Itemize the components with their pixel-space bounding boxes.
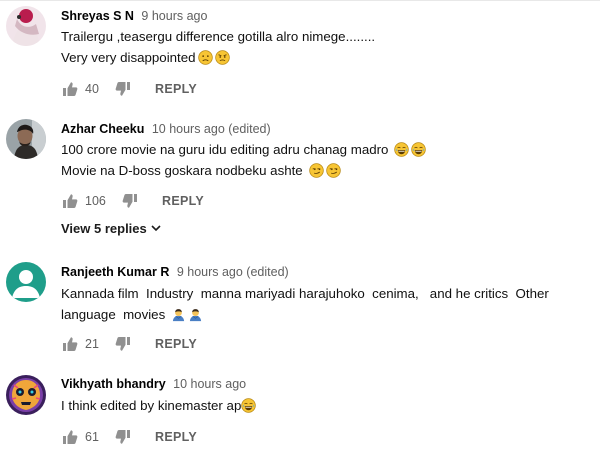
- comment-line-text: Very very disappointed: [61, 50, 196, 65]
- view-replies-label: View 5 replies: [61, 221, 147, 236]
- comment-line-text: Trailergu ,teasergu difference gotilla a…: [61, 29, 376, 44]
- comment-line: language movies: [61, 304, 549, 325]
- thumbs-down-icon[interactable]: [115, 336, 131, 352]
- thumbs-down-icon[interactable]: [115, 429, 131, 445]
- comment-line: Movie na D-boss goskara nodbeku ashte: [61, 160, 426, 181]
- sad-face-emoji: [197, 50, 213, 65]
- comment-line-text: I think edited by kinemaster ap: [61, 398, 242, 413]
- author-name[interactable]: Azhar Cheeku: [61, 122, 144, 136]
- comment-text: 100 crore movie na guru idu editing adru…: [61, 139, 427, 181]
- reply-button[interactable]: REPLY: [155, 81, 197, 97]
- author-name[interactable]: Vikhyath bhandry: [61, 377, 166, 391]
- person-bowing-emoji: [171, 307, 186, 322]
- comment-line: I think edited by kinemaster ap: [61, 395, 257, 416]
- thumbs-up-icon[interactable]: [62, 81, 78, 97]
- like-count: 106: [85, 194, 106, 208]
- comment-line-text: 100 crore movie na guru idu editing adru…: [61, 142, 389, 157]
- thumbs-up-icon[interactable]: [62, 336, 78, 352]
- author-name[interactable]: Shreyas S N: [61, 9, 134, 23]
- avatar[interactable]: [6, 262, 46, 302]
- comment-header: Ranjeeth Kumar R 9 hours ago (edited): [61, 264, 289, 280]
- comment-line-text: Movie na D-boss goskara nodbeku ashte: [61, 163, 303, 178]
- comment-text: Trailergu ,teasergu difference gotilla a…: [61, 26, 375, 68]
- person-bowing-emoji: [188, 307, 203, 322]
- timestamp[interactable]: 10 hours ago: [173, 377, 246, 391]
- top-divider: [0, 0, 600, 1]
- laughing-face-emoji: [394, 142, 410, 157]
- thumbs-up-icon[interactable]: [62, 429, 78, 445]
- comment-header: Vikhyath bhandry 10 hours ago: [61, 376, 246, 392]
- avatar[interactable]: [6, 6, 46, 46]
- comment-header: Azhar Cheeku 10 hours ago (edited): [61, 121, 271, 137]
- comment-line-text: Kannada film Industry manna mariyadi har…: [61, 286, 549, 301]
- comment-header: Shreyas S N 9 hours ago: [61, 8, 207, 24]
- laughing-face-emoji: [411, 142, 427, 157]
- reply-button[interactable]: REPLY: [155, 336, 197, 352]
- comment-line: Very very disappointed: [61, 47, 375, 68]
- thumbs-down-icon[interactable]: [115, 81, 131, 97]
- laughing-face-emoji: [241, 398, 257, 413]
- angry-face-emoji: [214, 50, 230, 65]
- view-replies-button[interactable]: View 5 replies: [61, 221, 162, 237]
- thumbs-up-icon[interactable]: [62, 193, 78, 209]
- comment-line: 100 crore movie na guru idu editing adru…: [61, 139, 427, 160]
- author-name[interactable]: Ranjeeth Kumar R: [61, 265, 169, 279]
- comment-line: Trailergu ,teasergu difference gotilla a…: [61, 26, 375, 47]
- comment-text: Kannada film Industry manna mariyadi har…: [61, 283, 549, 325]
- like-count: 21: [85, 337, 99, 351]
- comment-line-text: language movies: [61, 307, 166, 322]
- comment-text: I think edited by kinemaster ap: [61, 395, 257, 416]
- timestamp[interactable]: 10 hours ago (edited): [152, 122, 271, 136]
- reply-button[interactable]: REPLY: [162, 193, 204, 209]
- smirk-face-emoji: [308, 163, 324, 178]
- timestamp[interactable]: 9 hours ago (edited): [177, 265, 289, 279]
- chevron-down-icon: [150, 222, 162, 234]
- avatar[interactable]: [6, 119, 46, 159]
- timestamp[interactable]: 9 hours ago: [141, 9, 207, 23]
- comment-line: Kannada film Industry manna mariyadi har…: [61, 283, 549, 304]
- reply-button[interactable]: REPLY: [155, 429, 197, 445]
- smirk-face-emoji: [325, 163, 341, 178]
- like-count: 61: [85, 430, 99, 444]
- avatar[interactable]: [6, 375, 46, 415]
- like-count: 40: [85, 82, 99, 96]
- thumbs-down-icon[interactable]: [122, 193, 138, 209]
